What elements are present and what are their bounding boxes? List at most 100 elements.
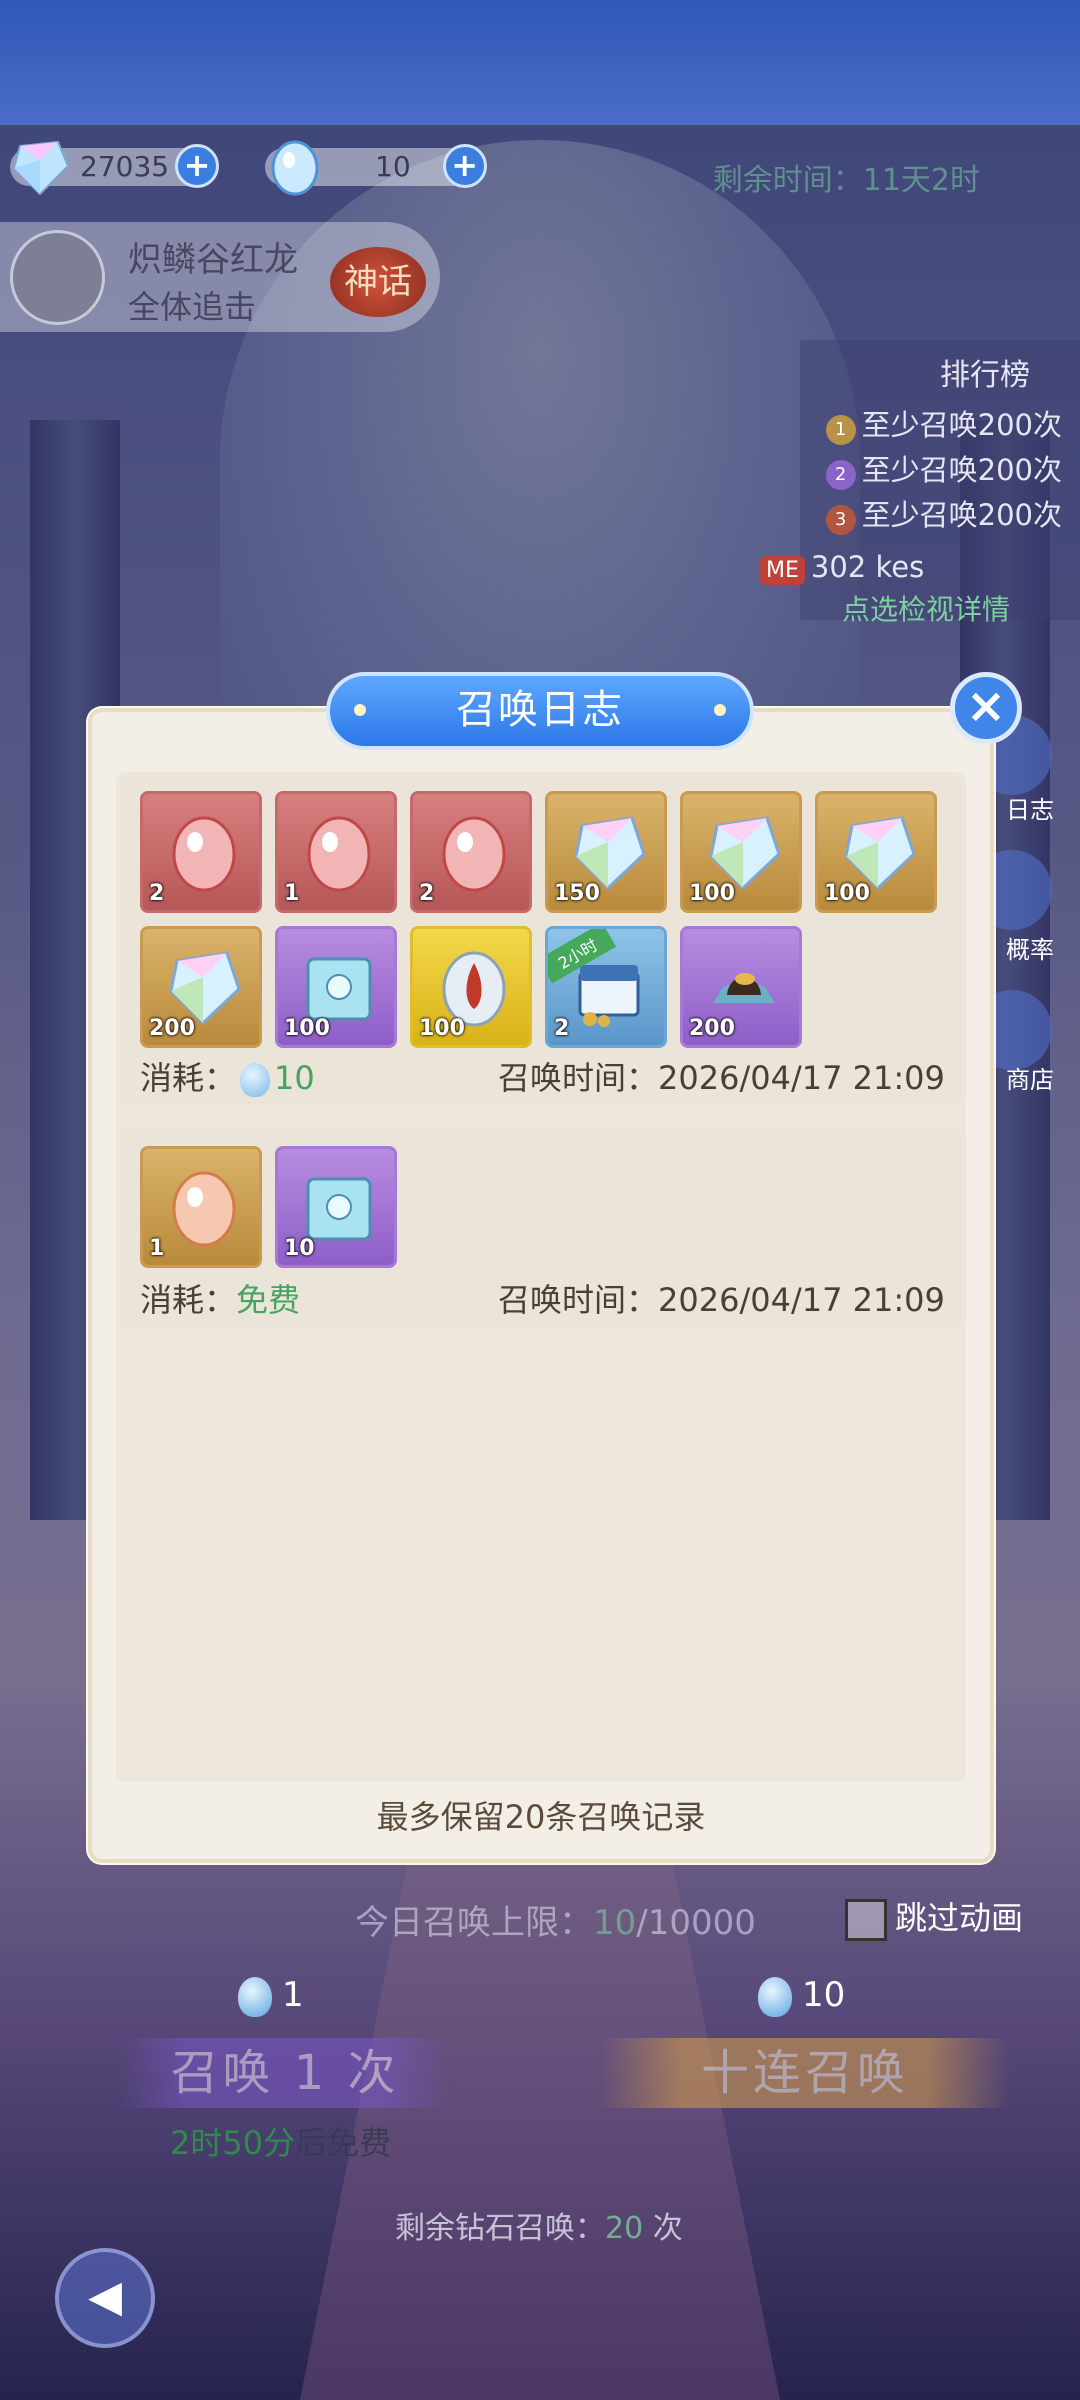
skip-animation-label: 跳过动画 (895, 1899, 1024, 1937)
skip-animation-toggle[interactable]: 跳过动画 (845, 1893, 1023, 1941)
ranking-detail-link[interactable]: 点选检视详情 (842, 588, 1010, 628)
my-rank-unit: kes (875, 550, 925, 584)
record-time: 召唤时间：2026/04/17 21:09 (498, 1275, 945, 1321)
boss-name: 炽鳞谷红龙 (128, 240, 298, 280)
record-cost: 消耗： 10 (140, 1053, 315, 1099)
ranking-row: 3 至少召唤200次 (825, 492, 1062, 535)
reward-qty: 100 (689, 881, 735, 906)
remaining-time-label: 剩余时间： (712, 163, 863, 198)
reward-item[interactable]: 2 (410, 791, 532, 913)
ranking-title: 排行榜 (940, 358, 1030, 393)
my-rank-value: 302 (810, 550, 867, 584)
reward-qty: 2 (554, 1016, 570, 1041)
reward-item[interactable]: 2 (140, 791, 262, 913)
my-rank: ME 302 kes (760, 550, 925, 585)
egg-icon (758, 1976, 792, 2017)
remaining-time: 剩余时间：11天2时 (713, 155, 980, 199)
add-egg-button[interactable]: + (442, 144, 487, 188)
title-dot-icon (354, 704, 366, 716)
time-label: 召唤时间： (498, 1281, 659, 1319)
rank-3-icon: 3 (825, 505, 856, 535)
ranking-panel[interactable]: 排行榜 1 至少召唤200次 2 至少召唤200次 3 至少召唤200次 ME 302 … (760, 340, 1080, 626)
daily-limit-current: 10 (593, 1903, 637, 1943)
reward-item[interactable]: 150 (545, 791, 667, 913)
log-label: 日志 (1006, 796, 1054, 824)
add-diamond-button[interactable]: + (175, 144, 220, 188)
reward-qty: 1 (149, 1236, 165, 1261)
egg-icon (238, 1976, 272, 2017)
red-egg-icon (307, 816, 371, 892)
rarity-badge: 神话 (330, 247, 426, 317)
top-banner (0, 0, 1080, 125)
reward-qty: 2 (419, 881, 435, 906)
free-countdown-suffix: 后免费 (295, 2124, 392, 2162)
cost-label: 消耗： (140, 1059, 237, 1097)
time-label: 召唤时间： (498, 1059, 659, 1097)
summon-record: 2 1 2 150 100 100 200 100 100 2小时 2 200 (120, 775, 962, 1105)
reward-item[interactable]: 1 (140, 1146, 262, 1268)
cost-value: 免费 (236, 1281, 301, 1319)
back-icon[interactable]: ◀ (55, 2248, 155, 2348)
reward-item[interactable]: 100 (410, 926, 532, 1048)
rank-1-icon: 1 (825, 415, 856, 445)
reward-qty: 150 (554, 881, 600, 906)
diamond-icon (12, 140, 70, 196)
reward-item[interactable]: 2小时 2 (545, 926, 667, 1048)
modal-title: 召唤日志 (326, 672, 754, 750)
cost-value: 10 (274, 1059, 315, 1097)
reward-qty: 1 (284, 881, 300, 906)
ranking-row: 1 至少召唤200次 (825, 402, 1062, 445)
red-egg-icon (442, 816, 506, 892)
reward-item[interactable]: 1 (275, 791, 397, 913)
reward-item[interactable]: 100 (275, 926, 397, 1048)
boss-subtitle: 全体追击 (128, 288, 257, 326)
egg-resource: 10 + (265, 140, 487, 196)
cost-label: 消耗： (140, 1281, 237, 1319)
record-time: 召唤时间：2026/04/17 21:09 (498, 1053, 945, 1099)
daily-limit-max: /10000 (636, 1903, 756, 1943)
ten-cost: 10 (758, 1975, 845, 2017)
close-icon[interactable]: × (950, 672, 1022, 744)
reward-item[interactable]: 200 (680, 926, 802, 1048)
reward-qty: 200 (689, 1016, 735, 1041)
boss-panel[interactable]: 炽鳞谷红龙 全体追击 神话 (0, 222, 440, 332)
reward-item[interactable]: 200 (140, 926, 262, 1048)
reward-qty: 100 (419, 1016, 465, 1041)
modal-title-text: 召唤日志 (456, 687, 624, 733)
reward-qty: 200 (149, 1016, 195, 1041)
summon-one-button[interactable]: 召唤 1 次 (120, 2038, 450, 2108)
remaining-time-value: 11天2时 (862, 163, 980, 198)
summon-ten-button[interactable]: 十连召唤 (600, 2038, 1010, 2108)
daily-limit-label: 今日召唤上限： (355, 1903, 593, 1943)
rate-label: 概率 (1006, 936, 1054, 964)
time-value: 2026/04/17 21:09 (658, 1281, 945, 1319)
reward-item[interactable]: 100 (815, 791, 937, 913)
ranking-row: 2 至少召唤200次 (825, 447, 1062, 490)
rank-2-icon: 2 (825, 460, 856, 490)
single-cost: 1 (238, 1975, 304, 2017)
record-cost: 消耗：免费 (140, 1275, 300, 1321)
reward-qty: 100 (284, 1016, 330, 1041)
single-cost-value: 1 (282, 1975, 304, 2015)
red-egg-icon (172, 816, 236, 892)
orange-egg-icon (172, 1171, 236, 1247)
time-value: 2026/04/17 21:09 (658, 1059, 945, 1097)
reward-item[interactable]: 10 (275, 1146, 397, 1268)
reward-qty: 10 (284, 1236, 315, 1261)
checkbox-icon[interactable] (845, 1899, 887, 1941)
reward-item[interactable]: 100 (680, 791, 802, 913)
title-dot-icon (714, 704, 726, 716)
free-countdown-time: 2时50分 (170, 2124, 296, 2162)
diamond-resource: 27035 + (10, 140, 220, 196)
remaining-label: 剩余钻石召唤： (395, 2211, 605, 2246)
egg-icon (271, 140, 319, 196)
daily-limit: 今日召唤上限：10/10000 (355, 1895, 756, 1944)
summon-record: 1 10 消耗：免费 召唤时间：2026/04/17 21:09 (120, 1130, 962, 1330)
boss-avatar-icon (10, 230, 105, 325)
ten-cost-value: 10 (802, 1975, 846, 2015)
remaining-count: 20 (605, 2211, 644, 2246)
remaining-diamond-summons: 剩余钻石召唤：20 次 (395, 2203, 683, 2247)
reward-qty: 100 (824, 881, 870, 906)
me-badge: ME (760, 556, 805, 585)
remaining-unit: 次 (652, 2211, 683, 2246)
